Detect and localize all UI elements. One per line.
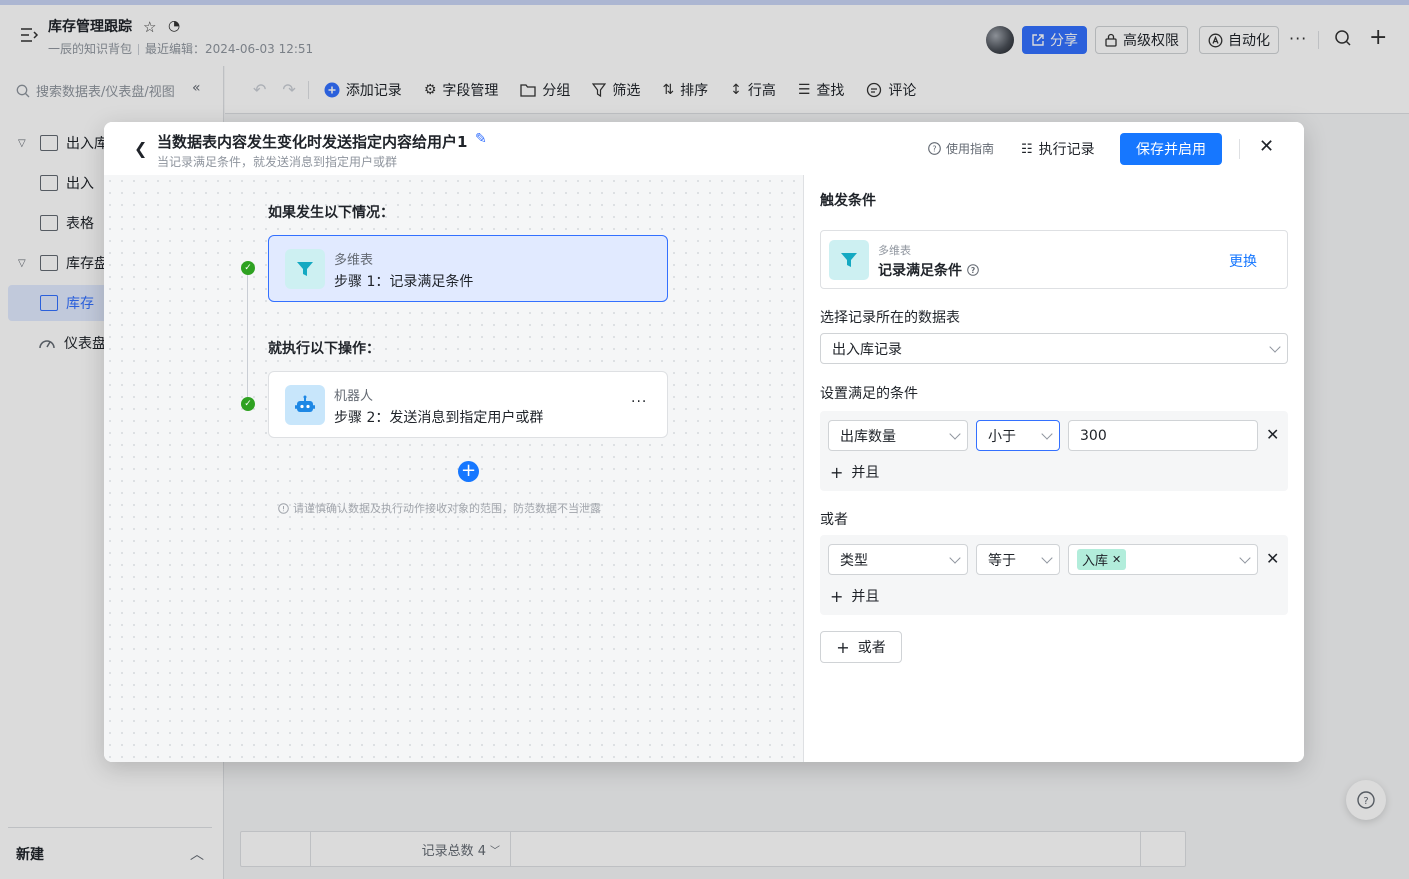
chevron-down-icon [949,428,961,440]
modal-header: ❮ 当数据表内容发生变化时发送指定内容给用户1 ✎ 当记录满足条件，就发送消息到… [104,122,1304,175]
modal-subtitle: 当记录满足条件，就发送消息到指定用户或群 [157,155,398,169]
condition-operator-value: 等于 [988,552,1016,569]
condition-group-2: 类型 等于 入库 ✕ ✕ + 并且 [820,535,1288,615]
or-button-label: 或者 [857,640,886,656]
condition-operator-select[interactable]: 小于 [976,420,1060,451]
svg-text:?: ? [971,266,975,275]
condition-tag-select[interactable]: 入库 ✕ [1068,544,1258,575]
chevron-down-icon [1041,428,1053,440]
plus-icon: + [836,637,850,657]
add-and-condition-button[interactable]: + 并且 [830,462,879,482]
and-label: 并且 [851,465,880,481]
then-heading: 就执行以下操作： [268,341,380,357]
flow-canvas: 如果发生以下情况： ✓ 多维表 步骤 1：记录满足条件 就执行以下操作： ✓ 机… [104,175,803,762]
save-enable-button[interactable]: 保存并启用 [1120,133,1222,165]
chevron-down-icon [1239,552,1251,564]
check-icon: ✓ [241,261,255,275]
step-name: 步骤 1：记录满足条件 [334,274,474,290]
chevron-down-icon [949,552,961,564]
condition-field-value: 出库数量 [840,428,896,445]
table-select[interactable]: 出入库记录 [820,333,1288,364]
robot-icon [285,385,325,425]
table-select-value: 出入库记录 [832,341,902,358]
close-icon[interactable]: ✕ [1259,136,1274,157]
svg-text:?: ? [932,145,936,154]
condition-field-select[interactable]: 类型 [828,544,968,575]
divider [1239,139,1240,159]
add-or-condition-button[interactable]: + 或者 [820,631,902,663]
add-step-button[interactable]: + [458,461,479,482]
step-type: 多维表 [334,253,374,268]
plus-icon: + [830,586,844,606]
trigger-name: 记录满足条件 ? [878,260,979,280]
list-icon: ☷ [1021,141,1033,157]
help-icon[interactable]: ? [967,264,979,276]
modal-title: 当数据表内容发生变化时发送指定内容给用户1 [157,133,468,151]
privacy-note: 请谨慎确认数据及执行动作接收对象的范围，防范数据不当泄露 [278,500,601,516]
condition-field-select[interactable]: 出库数量 [828,420,968,451]
panel-heading: 触发条件 [820,193,876,209]
and-label: 并且 [851,589,880,605]
trigger-type: 多维表 [878,244,911,257]
plus-icon: + [830,462,844,482]
condition-field-value: 类型 [840,552,868,569]
step-type: 机器人 [334,389,374,404]
step-name: 步骤 2：发送消息到指定用户或群 [334,410,544,426]
check-icon: ✓ [241,397,255,411]
automation-modal: ❮ 当数据表内容发生变化时发送指定内容给用户1 ✎ 当记录满足条件，就发送消息到… [104,122,1304,762]
table-label: 选择记录所在的数据表 [820,310,960,326]
edit-icon[interactable]: ✎ [475,131,487,147]
option-tag: 入库 ✕ [1077,549,1127,570]
step-action-card[interactable]: 机器人 步骤 2：发送消息到指定用户或群 ··· [268,371,668,438]
chevron-down-icon [1269,341,1281,353]
remove-tag-icon[interactable]: ✕ [1112,553,1121,566]
flow-connector [247,268,248,404]
condition-group-1: 出库数量 小于 300 ✕ + 并且 [820,411,1288,491]
condition-label: 设置满足的条件 [820,386,918,402]
execution-log-button[interactable]: ☷ 执行记录 [1021,139,1095,159]
remove-condition-icon[interactable]: ✕ [1266,425,1279,444]
filter-icon [285,249,325,289]
condition-operator-select[interactable]: 等于 [976,544,1060,575]
change-trigger-button[interactable]: 更换 [1229,251,1257,271]
more-icon[interactable]: ··· [631,394,647,410]
trigger-name-label: 记录满足条件 [878,263,962,279]
trigger-card: 多维表 记录满足条件 ? 更换 [820,230,1288,289]
privacy-note-text: 请谨慎确认数据及执行动作接收对象的范围，防范数据不当泄露 [293,502,601,515]
trigger-panel: 触发条件 多维表 记录满足条件 ? 更换 选择记录所在的数据表 出入库记录 设置… [803,175,1304,762]
condition-operator-value: 小于 [988,428,1016,445]
help-icon: ? [928,142,941,155]
guide-button[interactable]: ? 使用指南 [928,140,994,157]
chevron-down-icon [1041,552,1053,564]
add-and-condition-button[interactable]: + 并且 [830,586,879,606]
filter-icon [829,240,869,280]
step-trigger-card[interactable]: 多维表 步骤 1：记录满足条件 [268,235,668,302]
option-tag-label: 入库 [1082,554,1109,569]
back-icon[interactable]: ❮ [134,139,147,158]
condition-value-input[interactable]: 300 [1068,420,1258,451]
condition-value-text: 300 [1080,427,1107,444]
if-heading: 如果发生以下情况： [268,205,394,221]
or-heading: 或者 [820,512,848,528]
info-icon [278,502,289,514]
remove-condition-icon[interactable]: ✕ [1266,549,1279,568]
guide-label: 使用指南 [946,142,995,156]
execution-log-label: 执行记录 [1038,142,1095,158]
